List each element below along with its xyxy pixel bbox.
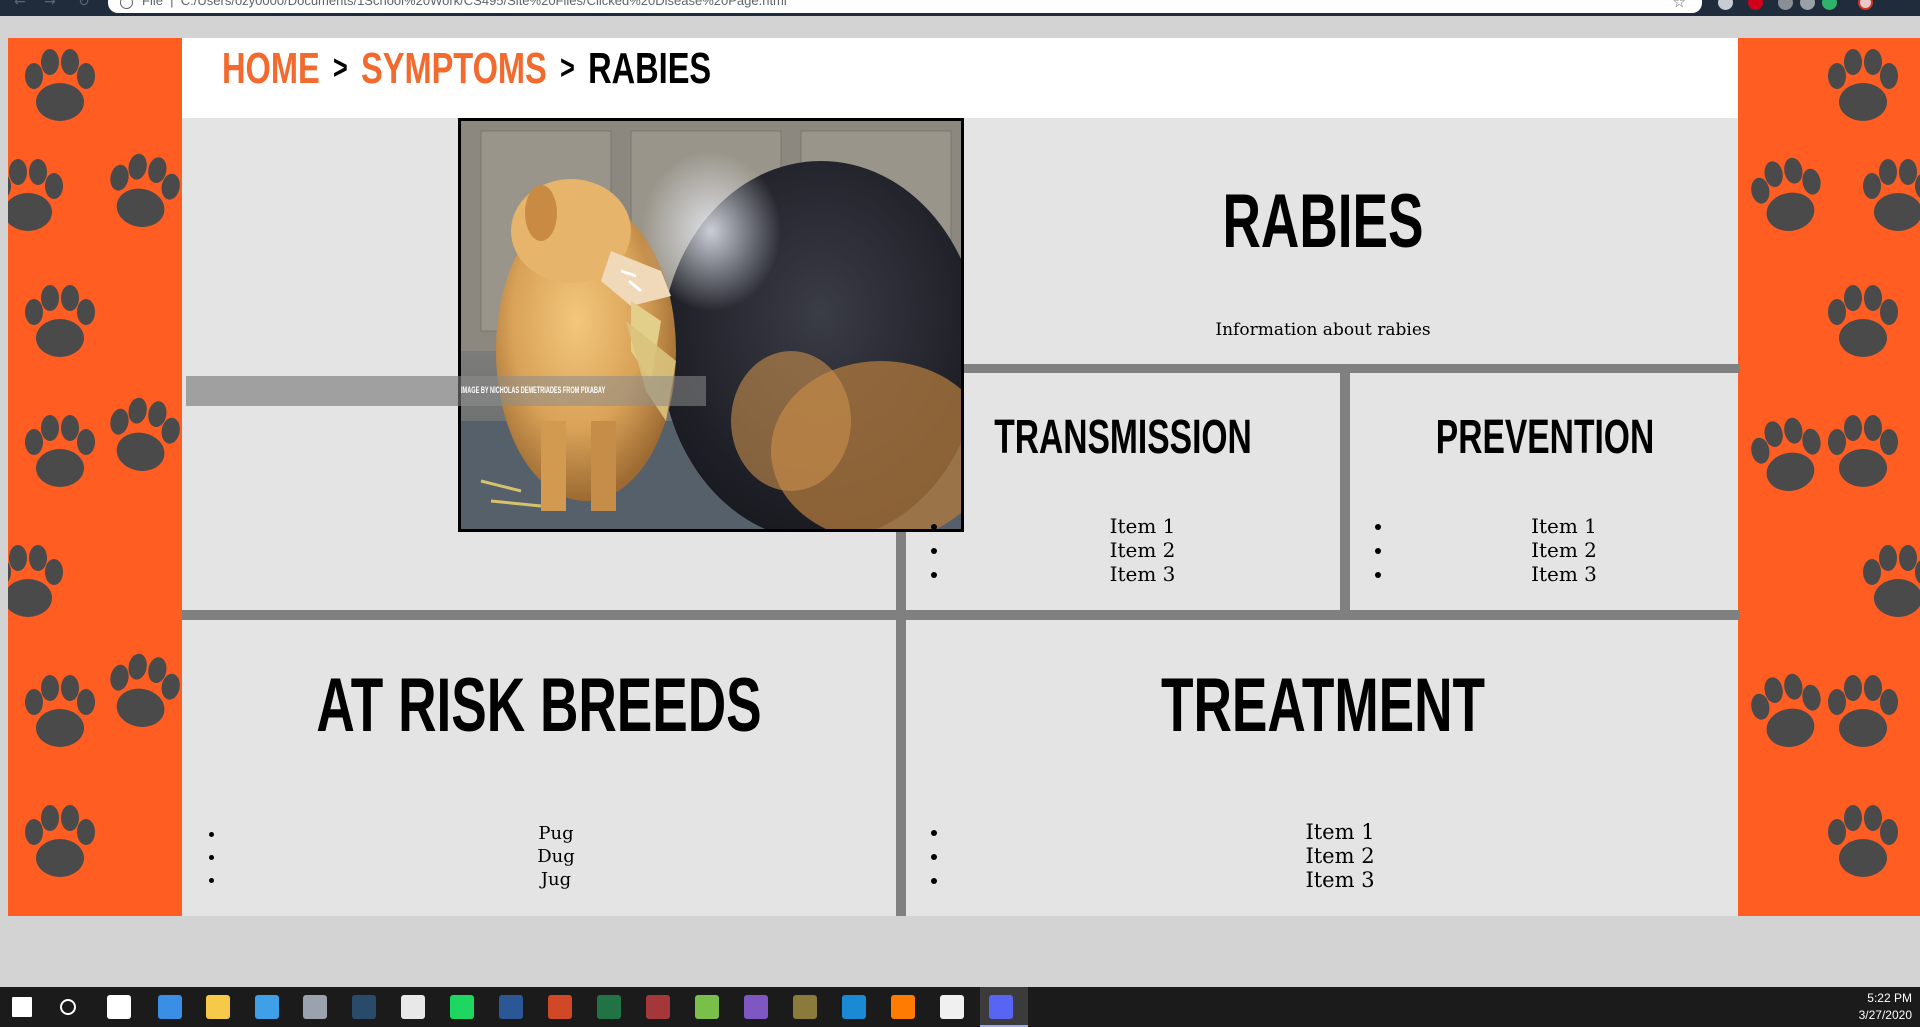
game-launcher-icon[interactable] bbox=[793, 995, 817, 1019]
list-item: Item 3 bbox=[950, 562, 1335, 586]
list-item: Item 2 bbox=[1394, 538, 1734, 562]
taskbar: 5:22 PM 3/27/2020 bbox=[0, 987, 1920, 1027]
visual-studio-icon[interactable] bbox=[744, 995, 768, 1019]
transmission-title-text: TRANSMISSION bbox=[994, 411, 1252, 464]
excel-icon[interactable] bbox=[597, 995, 621, 1019]
page: HOME > SYMPTOMS > RABIES IMAGE BY NICHOL… bbox=[8, 38, 1920, 916]
at-risk-list: Pug Dug Jug bbox=[206, 822, 886, 891]
transmission-title: TRANSMISSION bbox=[906, 410, 1340, 465]
paw-pattern-right bbox=[1738, 38, 1920, 916]
paw-print-pattern bbox=[8, 49, 182, 877]
at-risk-title: AT RISK BREEDS bbox=[182, 662, 896, 749]
extension-icon[interactable] bbox=[1822, 0, 1837, 10]
dogs-fighting-image bbox=[461, 121, 961, 529]
list-item: Item 1 bbox=[1394, 514, 1734, 538]
extension-icon[interactable] bbox=[1778, 0, 1793, 10]
vscode-icon[interactable] bbox=[842, 995, 866, 1019]
dev-tool-icon[interactable] bbox=[255, 995, 279, 1019]
adblock-extension-icon[interactable] bbox=[1748, 0, 1763, 10]
rabies-description: Information about rabies bbox=[1215, 320, 1431, 340]
dog-photo bbox=[458, 118, 964, 532]
list-item: Item 3 bbox=[1394, 562, 1734, 586]
breadcrumb-symptoms-link[interactable]: SYMPTOMS bbox=[361, 44, 547, 93]
list-item: Item 2 bbox=[950, 538, 1335, 562]
forward-icon[interactable]: → bbox=[44, 0, 56, 10]
illustrator-icon[interactable] bbox=[891, 995, 915, 1019]
bookmark-star-icon[interactable]: ☆ bbox=[1673, 0, 1686, 11]
list-item: Item 1 bbox=[950, 514, 1335, 538]
droplet-app-icon[interactable] bbox=[303, 995, 327, 1019]
reload-icon[interactable]: ↻ bbox=[78, 0, 90, 10]
list-item: Jug bbox=[226, 868, 886, 891]
paw-pattern-left bbox=[8, 38, 182, 916]
clock-time: 5:22 PM bbox=[1867, 991, 1912, 1005]
horizontal-divider bbox=[182, 610, 1740, 620]
horizontal-divider bbox=[906, 364, 1740, 373]
prevention-list: Item 1 Item 2 Item 3 bbox=[1374, 514, 1734, 586]
extension-icon[interactable] bbox=[1718, 0, 1733, 10]
transmission-list: Item 1 Item 2 Item 3 bbox=[930, 514, 1335, 586]
tablet-app-icon[interactable] bbox=[158, 995, 182, 1019]
list-item: Pug bbox=[226, 822, 886, 845]
steam-icon[interactable] bbox=[352, 995, 376, 1019]
project-icon[interactable] bbox=[695, 995, 719, 1019]
main-content: HOME > SYMPTOMS > RABIES IMAGE BY NICHOL… bbox=[182, 38, 1740, 916]
powerpoint-icon[interactable] bbox=[548, 995, 572, 1019]
start-icon[interactable] bbox=[12, 997, 32, 1017]
extension-icon[interactable] bbox=[1800, 0, 1815, 10]
task-view-icon[interactable] bbox=[107, 995, 131, 1019]
back-icon[interactable]: ← bbox=[14, 0, 26, 10]
address-bar[interactable]: File | C:/Users/ozy0000/Documents/1Schoo… bbox=[108, 0, 1702, 13]
at-risk-title-text: AT RISK BREEDS bbox=[316, 663, 762, 748]
treatment-list: Item 1 Item 2 Item 3 bbox=[930, 820, 1730, 892]
breadcrumb: HOME > SYMPTOMS > RABIES bbox=[182, 38, 1738, 118]
rabies-title-text: RABIES bbox=[1222, 179, 1424, 264]
caption-band bbox=[186, 376, 458, 406]
word-icon[interactable] bbox=[499, 995, 523, 1019]
list-item: Item 1 bbox=[950, 820, 1730, 844]
list-item: Dug bbox=[226, 845, 886, 868]
chrome-icon[interactable] bbox=[401, 995, 425, 1019]
breadcrumb-separator: > bbox=[560, 49, 575, 87]
system-clock[interactable]: 5:22 PM 3/27/2020 bbox=[1859, 990, 1912, 1024]
discord-icon[interactable] bbox=[989, 995, 1013, 1019]
list-item: Item 3 bbox=[950, 868, 1730, 892]
rabies-title: RABIES bbox=[906, 178, 1740, 265]
treatment-title: TREATMENT bbox=[906, 662, 1740, 749]
file-explorer-icon[interactable] bbox=[206, 995, 230, 1019]
browser-toolbar: ← → ↻ File | C:/Users/ozy0000/Documents/… bbox=[0, 0, 1920, 16]
breadcrumb-separator: > bbox=[333, 49, 348, 87]
prevention-title: PREVENTION bbox=[1350, 410, 1740, 465]
info-icon[interactable] bbox=[120, 0, 133, 9]
vertical-divider bbox=[1340, 373, 1350, 610]
breadcrumb-current: RABIES bbox=[588, 44, 712, 93]
photo-credit: IMAGE BY NICHOLAS DEMETRIADES FROM PIXAB… bbox=[461, 385, 606, 395]
breadcrumb-home-link[interactable]: HOME bbox=[222, 44, 320, 93]
access-icon[interactable] bbox=[646, 995, 670, 1019]
list-item: Item 2 bbox=[950, 844, 1730, 868]
photos-icon[interactable] bbox=[940, 995, 964, 1019]
search-icon[interactable] bbox=[60, 999, 76, 1015]
clock-date: 3/27/2020 bbox=[1858, 1008, 1912, 1022]
prevention-title-text: PREVENTION bbox=[1435, 411, 1655, 464]
profile-avatar[interactable] bbox=[1858, 0, 1873, 10]
paw-print-pattern bbox=[1746, 49, 1920, 877]
spotify-icon[interactable] bbox=[450, 995, 474, 1019]
address-text[interactable]: File | C:/Users/ozy0000/Documents/1Schoo… bbox=[142, 0, 787, 8]
treatment-title-text: TREATMENT bbox=[1160, 663, 1486, 748]
